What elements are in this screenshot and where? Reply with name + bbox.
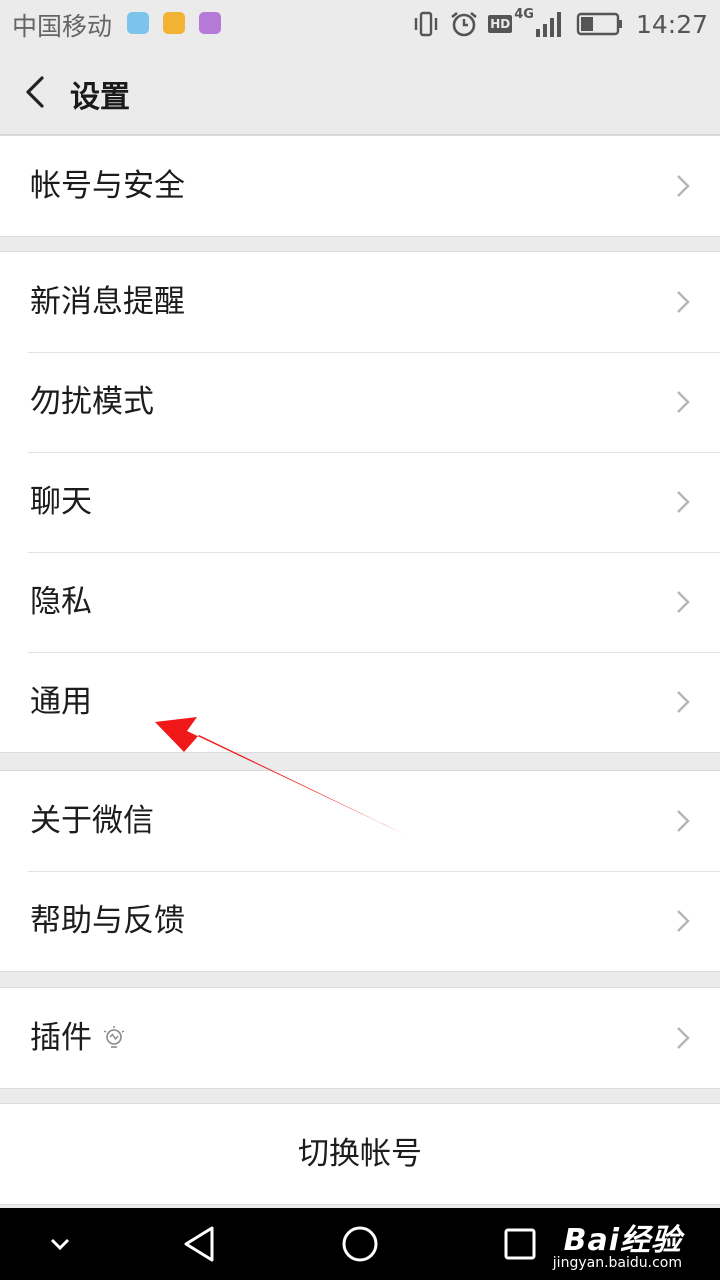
chevron-right-icon (677, 391, 690, 413)
settings-item-label: 新消息提醒 (30, 284, 185, 320)
settings-item-general[interactable]: 通用 (0, 652, 720, 752)
settings-item-label: 插件 (30, 1020, 92, 1056)
back-nav-button[interactable] (180, 1224, 220, 1264)
settings-item-about-wechat[interactable]: 关于微信 (0, 771, 720, 871)
chevron-right-icon (677, 591, 690, 613)
weather-notification-icon (127, 12, 149, 34)
carrier-name: 中国移动 (12, 12, 113, 41)
baidu-jingyan-watermark: Bai经验 jingyan.baidu.com (553, 1215, 682, 1271)
settings-item-chats[interactable]: 聊天 (0, 452, 720, 552)
settings-item-new-message-alerts[interactable]: 新消息提醒 (0, 252, 720, 352)
back-button[interactable] (14, 66, 60, 116)
gallery-notification-icon (199, 12, 221, 34)
page-title: 设置 (70, 80, 130, 115)
hd-badge: HD (488, 15, 513, 33)
hide-nav-button[interactable] (48, 1234, 72, 1254)
settings-item-label: 帐号与安全 (30, 168, 185, 204)
clock: 14:27 (635, 9, 708, 39)
back-arrow-icon (26, 76, 44, 108)
chevron-right-icon (677, 691, 690, 713)
settings-item-label: 聊天 (30, 484, 92, 520)
status-bar: 中国移动 HD 4G 14:27 (0, 0, 720, 48)
chevron-right-icon (677, 291, 690, 313)
switch-account-group: 切换帐号 (0, 1103, 720, 1205)
settings-group-about: 关于微信 帮助与反馈 (0, 770, 720, 972)
settings-item-do-not-disturb[interactable]: 勿扰模式 (0, 352, 720, 452)
battery-app-notification-icon (163, 12, 185, 34)
alarm-icon (451, 11, 478, 37)
status-icons: HD 4G 14:27 (412, 6, 708, 42)
lightbulb-icon (103, 1026, 125, 1048)
settings-item-help-feedback[interactable]: 帮助与反馈 (0, 871, 720, 971)
settings-item-label: 勿扰模式 (30, 384, 154, 420)
watermark-url: jingyan.baidu.com (552, 1255, 682, 1271)
settings-item-label: 隐私 (30, 584, 92, 620)
settings-item-plugins[interactable]: 插件 (0, 988, 720, 1088)
settings-item-label: 通用 (30, 684, 92, 720)
settings-item-account-security[interactable]: 帐号与安全 (0, 136, 720, 236)
vibrate-icon (415, 11, 438, 37)
chevron-right-icon (677, 910, 690, 932)
settings-group-main: 新消息提醒 勿扰模式 聊天 隐私 通用 (0, 251, 720, 753)
watermark-logo-text: Bai经验 (563, 1223, 682, 1258)
switch-account-button[interactable]: 切换帐号 (0, 1104, 720, 1204)
home-nav-button[interactable] (340, 1224, 380, 1264)
battery-icon (576, 12, 622, 36)
switch-account-label: 切换帐号 (298, 1136, 422, 1172)
chevron-right-icon (677, 491, 690, 513)
settings-item-label: 帮助与反馈 (30, 903, 185, 939)
settings-group-account: 帐号与安全 (0, 135, 720, 237)
settings-item-label: 关于微信 (30, 803, 154, 839)
settings-group-plugins: 插件 (0, 987, 720, 1089)
top-app-bar: 设置 (0, 48, 720, 135)
chevron-right-icon (677, 175, 690, 197)
chevron-right-icon (677, 810, 690, 832)
network-type: 4G (514, 6, 534, 22)
recents-nav-button[interactable] (502, 1226, 538, 1262)
signal-icon (535, 12, 561, 37)
settings-item-privacy[interactable]: 隐私 (0, 552, 720, 652)
chevron-right-icon (677, 1027, 690, 1049)
